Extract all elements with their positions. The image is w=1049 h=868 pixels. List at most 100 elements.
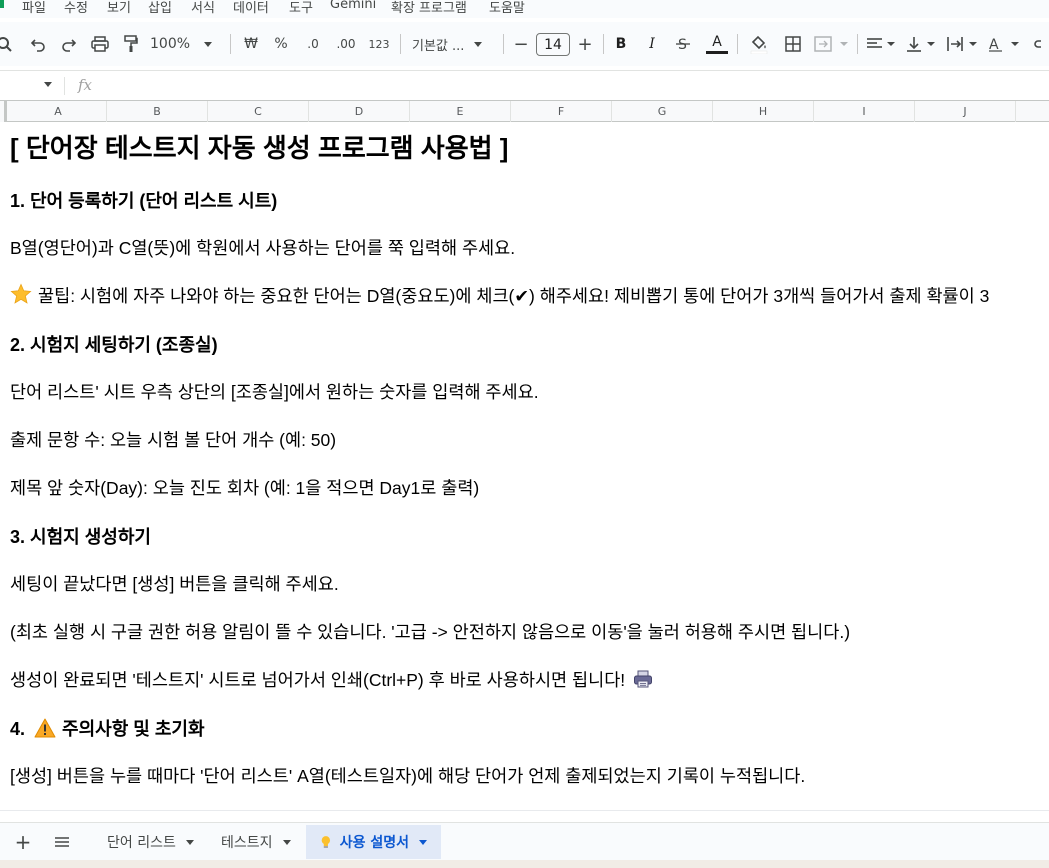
- menu-data[interactable]: 데이터: [233, 0, 269, 16]
- chevron-down-icon: [204, 41, 213, 47]
- section-2-paragraph-1: 단어 리스트' 시트 우측 상단의 [조종실]에서 원하는 숫자를 입력해 주세…: [10, 382, 539, 402]
- font-family-select[interactable]: 기본값 ...: [412, 22, 492, 66]
- merge-cells-icon[interactable]: [812, 22, 852, 66]
- name-box-chevron-down-icon[interactable]: [44, 82, 52, 87]
- redo-icon[interactable]: [57, 22, 81, 66]
- formula-bar: fx: [0, 70, 1049, 100]
- chevron-down-icon: [282, 839, 291, 845]
- select-all-corner[interactable]: [0, 101, 7, 122]
- column-headers: A B C D E F G H I J: [0, 100, 1049, 122]
- column-header-a[interactable]: A: [10, 101, 107, 122]
- section-1-heading: 1. 단어 등록하기 (단어 리스트 시트): [10, 191, 278, 211]
- section-4-number: 4.: [10, 719, 26, 739]
- text-rotation-icon[interactable]: A: [986, 22, 1022, 66]
- add-sheet-button[interactable]: +: [8, 823, 38, 861]
- number-format-button[interactable]: 123: [366, 22, 392, 66]
- print-icon[interactable]: [88, 22, 112, 66]
- decrease-font-size-button[interactable]: −: [510, 22, 532, 66]
- toolbar-divider: [230, 34, 231, 54]
- column-header-g[interactable]: G: [612, 101, 713, 122]
- menu-format[interactable]: 서식: [191, 0, 215, 16]
- column-header-d[interactable]: D: [309, 101, 410, 122]
- text-wrapping-icon[interactable]: [944, 22, 980, 66]
- column-header-f[interactable]: F: [511, 101, 612, 122]
- font-size-input[interactable]: 14: [536, 33, 570, 56]
- insert-link-icon[interactable]: [1032, 22, 1049, 66]
- column-header-e[interactable]: E: [410, 101, 511, 122]
- svg-text:A: A: [989, 37, 999, 52]
- toolbar-divider: [737, 34, 738, 54]
- column-header-c[interactable]: C: [208, 101, 309, 122]
- paint-format-icon[interactable]: [119, 22, 143, 66]
- chevron-down-icon: [185, 839, 194, 845]
- formula-bar-divider: [64, 77, 65, 95]
- zoom-select[interactable]: 100%: [150, 22, 220, 66]
- horizontal-align-icon[interactable]: [864, 22, 898, 66]
- column-header-k[interactable]: [1016, 101, 1049, 122]
- section-3-heading: 3. 시험지 생성하기: [10, 527, 151, 547]
- column-header-j[interactable]: J: [915, 101, 1016, 122]
- menu-help[interactable]: 도움말: [489, 0, 525, 16]
- section-1-tip-text: 꿀팁: 시험에 자주 나와야 하는 중요한 단어는 D열(중요도)에 체크(✔)…: [38, 286, 990, 306]
- warning-icon: [34, 718, 56, 738]
- menu-extensions[interactable]: 확장 프로그램: [391, 0, 467, 16]
- section-1-tip: 꿀팁: 시험에 자주 나와야 하는 중요한 단어는 D열(중요도)에 체크(✔)…: [10, 283, 989, 308]
- toolbar-divider: [857, 34, 858, 54]
- section-4-heading: 4. 주의사항 및 초기화: [10, 715, 205, 741]
- sheets-logo-fragment: [0, 0, 4, 8]
- column-header-i[interactable]: I: [814, 101, 915, 122]
- column-header-h[interactable]: H: [713, 101, 814, 122]
- toolbar-divider: [603, 34, 604, 54]
- printer-icon: [634, 670, 653, 688]
- section-3-paragraph-3-text: 생성이 완료되면 '테스트지' 시트로 넘어가서 인쇄(Ctrl+P) 후 바로…: [10, 670, 626, 690]
- increase-decimal-button[interactable]: .00: [333, 22, 359, 66]
- menu-edit[interactable]: 수정: [64, 0, 88, 16]
- menu-view[interactable]: 보기: [107, 0, 131, 16]
- sheet-tab-word-list[interactable]: 단어 리스트: [93, 825, 208, 859]
- section-4-heading-text: 주의사항 및 초기화: [62, 719, 205, 739]
- fx-icon: fx: [78, 76, 93, 94]
- menu-gemini[interactable]: Gemini: [330, 0, 376, 12]
- text-color-swatch: [706, 50, 728, 54]
- zoom-value: 100%: [150, 36, 191, 52]
- increase-font-size-button[interactable]: +: [574, 22, 596, 66]
- column-header-b[interactable]: B: [107, 101, 208, 122]
- sheet-grid[interactable]: [ 단어장 테스트지 자동 생성 프로그램 사용법 ] 1. 단어 등록하기 (…: [0, 122, 1049, 822]
- format-currency-button[interactable]: ₩: [240, 22, 262, 66]
- strikethrough-icon[interactable]: S: [672, 22, 694, 66]
- section-4-paragraph-1: [생성] 버튼을 누를 때마다 '단어 리스트' A열(테스트일자)에 해당 단…: [10, 766, 806, 786]
- all-sheets-button[interactable]: [47, 823, 77, 861]
- page-title: [ 단어장 테스트지 자동 생성 프로그램 사용법 ]: [10, 133, 509, 163]
- sheet-tab-test[interactable]: 테스트지: [207, 825, 305, 859]
- chevron-down-icon: [474, 41, 483, 47]
- window-bottom-edge: [0, 860, 1049, 868]
- sheet-tab-guide[interactable]: 사용 설명서: [306, 825, 441, 859]
- borders-icon[interactable]: [781, 22, 805, 66]
- section-2-heading: 2. 시험지 세팅하기 (조종실): [10, 335, 218, 355]
- chevron-down-icon: [419, 839, 427, 845]
- bold-button[interactable]: B: [610, 22, 632, 66]
- menu-lines-icon: [55, 837, 69, 847]
- section-2-paragraph-3: 제목 앞 숫자(Day): 오늘 진도 회차 (예: 1을 적으면 Day1로 …: [10, 478, 480, 498]
- section-3-paragraph-1: 세팅이 끝났다면 [생성] 버튼을 클릭해 주세요.: [10, 574, 339, 594]
- menu-bar: 파일 수정 보기 삽입 서식 데이터 도구 Gemini 확장 프로그램 도움말: [0, 0, 1049, 18]
- menu-tools[interactable]: 도구: [289, 0, 313, 16]
- format-percent-button[interactable]: %: [270, 22, 292, 66]
- section-3-paragraph-3: 생성이 완료되면 '테스트지' 시트로 넘어가서 인쇄(Ctrl+P) 후 바로…: [10, 667, 659, 692]
- undo-icon[interactable]: [26, 22, 50, 66]
- lightbulb-icon: [321, 836, 331, 848]
- toolbar-divider: [503, 34, 504, 54]
- section-1-paragraph: B열(영단어)과 C열(뜻)에 학원에서 사용하는 단어를 쭉 입력해 주세요.: [10, 238, 516, 258]
- decrease-decimal-button[interactable]: .0: [300, 22, 326, 66]
- text-color-button[interactable]: A: [704, 22, 730, 66]
- menu-insert[interactable]: 삽입: [148, 0, 172, 16]
- section-2-paragraph-2: 출제 문항 수: 오늘 시험 볼 단어 개수 (예: 50): [10, 430, 337, 450]
- vertical-align-icon[interactable]: [904, 22, 938, 66]
- search-menus-icon[interactable]: [0, 22, 14, 66]
- menu-file[interactable]: 파일: [22, 0, 46, 16]
- fill-color-icon[interactable]: [746, 22, 772, 66]
- toolbar-divider: [400, 34, 401, 54]
- star-icon: [10, 283, 32, 304]
- italic-button[interactable]: I: [641, 22, 663, 66]
- toolbar: 100% ₩ % .0 .00 123 기본값 ... − 14 + B I S…: [0, 22, 1049, 66]
